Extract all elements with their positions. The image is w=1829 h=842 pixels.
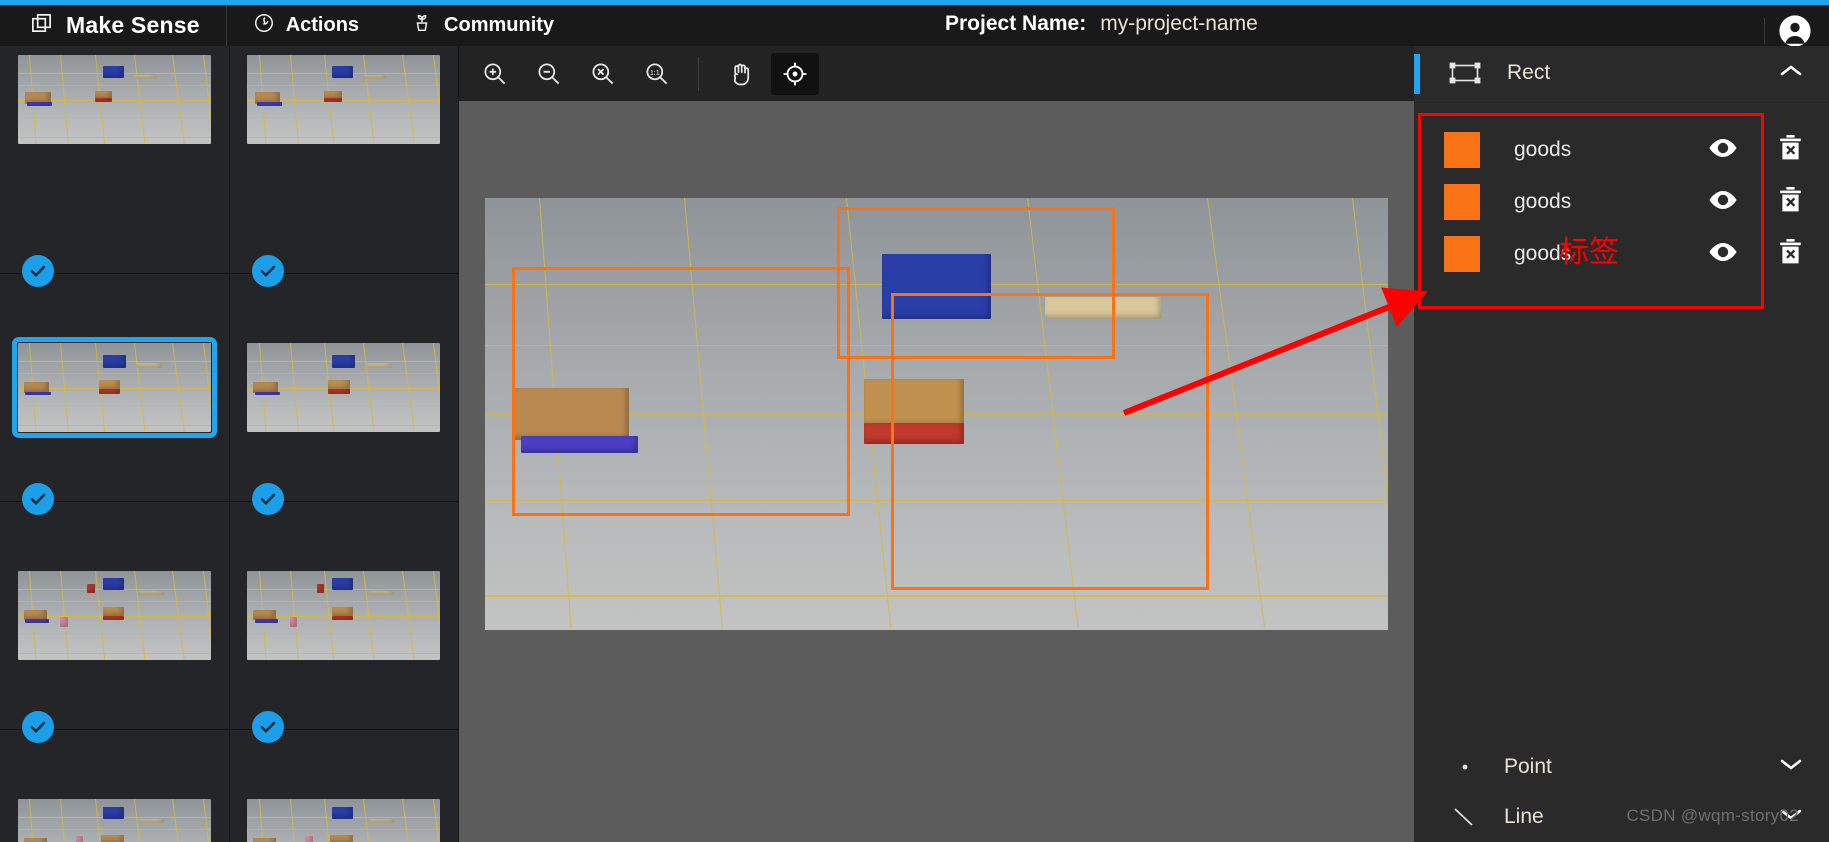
thumbnail-item[interactable] (230, 730, 459, 842)
thumbnail-image (17, 55, 211, 144)
thumbnail-item[interactable] (0, 46, 230, 287)
brand-logo[interactable]: Make Sense (0, 5, 226, 46)
thumbnail-item[interactable] (0, 502, 230, 743)
actions-label: Actions (285, 14, 360, 36)
svg-text:1:1: 1:1 (649, 68, 659, 77)
select-target-icon[interactable] (771, 52, 819, 95)
thumbnail-image (247, 343, 441, 432)
warehouse-scene (247, 343, 441, 432)
community-menu[interactable]: Community (385, 5, 580, 46)
fit-to-screen-icon[interactable] (578, 53, 626, 95)
rect-icon (1448, 61, 1482, 85)
plant-icon (411, 12, 433, 39)
warehouse-scene (247, 799, 441, 842)
label-name[interactable]: goods (1514, 190, 1571, 214)
active-section-indicator (1414, 54, 1420, 94)
watermark: CSDN @wqm-story02 (1626, 806, 1799, 825)
canvas-area[interactable]: 1:1 (459, 46, 1414, 842)
thumbnail-image (247, 571, 441, 660)
trash-icon[interactable] (1778, 134, 1803, 166)
flame-icon (253, 12, 275, 39)
thumbnail-item[interactable] (229, 274, 459, 515)
thumbnail-sidebar[interactable] (0, 46, 459, 842)
bounding-box[interactable] (512, 267, 850, 516)
thumbnail-image (17, 571, 211, 660)
pan-hand-icon[interactable] (717, 53, 765, 95)
eye-icon[interactable] (1708, 137, 1738, 164)
thumbnail-item[interactable] (229, 502, 459, 743)
thumbnail-item[interactable] (229, 46, 459, 287)
zoom-out-icon[interactable] (524, 53, 572, 95)
thumbnail-image (11, 337, 217, 438)
warehouse-scene (485, 198, 1388, 630)
warehouse-scene (17, 571, 211, 660)
point-section-title: Point (1504, 755, 1552, 778)
thumbnail-image (247, 799, 441, 842)
labels-panel: Rect goods goods goods 标签 Point Line CSD… (1414, 46, 1829, 842)
warehouse-scene (247, 571, 441, 660)
community-label: Community (444, 14, 555, 36)
eye-icon[interactable] (1708, 189, 1738, 216)
bounding-box[interactable] (891, 293, 1210, 591)
warehouse-scene (17, 55, 211, 144)
label-actions (1708, 134, 1803, 166)
thumbnail-image (17, 799, 211, 842)
chevron-up-icon[interactable] (1779, 62, 1803, 84)
project-name-block: Project Name: my-project-name (945, 12, 1258, 36)
label-color-swatch[interactable] (1444, 132, 1480, 168)
label-color-swatch[interactable] (1444, 184, 1480, 220)
project-name-value[interactable]: my-project-name (1100, 12, 1258, 36)
zoom-actual-icon[interactable]: 1:1 (632, 53, 680, 95)
toolbar-divider (698, 56, 699, 91)
annotation-image[interactable] (485, 198, 1388, 630)
line-icon (1450, 806, 1480, 828)
thumbnail-image (247, 55, 441, 144)
label-actions (1708, 238, 1803, 270)
layers-icon (30, 12, 53, 40)
warehouse-scene (17, 799, 211, 842)
chevron-down-icon[interactable] (1779, 757, 1803, 777)
app-root: Make Sense Actions Community Project Nam… (0, 0, 1829, 842)
label-list: goods goods goods 标签 (1414, 110, 1829, 309)
shape-sections: Point Line CSDN @wqm-story02 (1414, 742, 1829, 842)
annotation-text: 标签 (1559, 235, 1619, 270)
label-row[interactable]: goods (1414, 124, 1829, 176)
thumbnail-item[interactable] (0, 274, 230, 515)
line-section-title: Line (1504, 805, 1544, 828)
label-actions (1708, 186, 1803, 218)
actions-menu[interactable]: Actions (227, 5, 385, 46)
trash-icon[interactable] (1778, 238, 1803, 270)
label-color-swatch[interactable] (1444, 236, 1480, 272)
project-name-label: Project Name: (945, 12, 1087, 35)
rect-section-header[interactable]: Rect (1414, 46, 1829, 101)
warehouse-scene (17, 343, 211, 432)
eye-icon[interactable] (1708, 241, 1738, 268)
rect-section-title: Rect (1507, 61, 1551, 84)
zoom-in-icon[interactable] (470, 53, 518, 95)
canvas-toolbar: 1:1 (459, 46, 1414, 101)
trash-icon[interactable] (1778, 186, 1803, 218)
brand-label: Make Sense (66, 12, 200, 38)
warehouse-scene (247, 55, 441, 144)
point-section-header[interactable]: Point (1414, 742, 1829, 792)
label-name[interactable]: goods (1514, 138, 1571, 162)
user-avatar-icon[interactable] (1760, 10, 1829, 51)
label-row[interactable]: goods 标签 (1414, 228, 1829, 280)
thumbnail-item[interactable] (0, 730, 230, 842)
thumbnail-grid (0, 46, 459, 842)
point-icon (1450, 762, 1480, 772)
label-row[interactable]: goods (1414, 176, 1829, 228)
app-header: Make Sense Actions Community Project Nam… (0, 5, 1829, 47)
